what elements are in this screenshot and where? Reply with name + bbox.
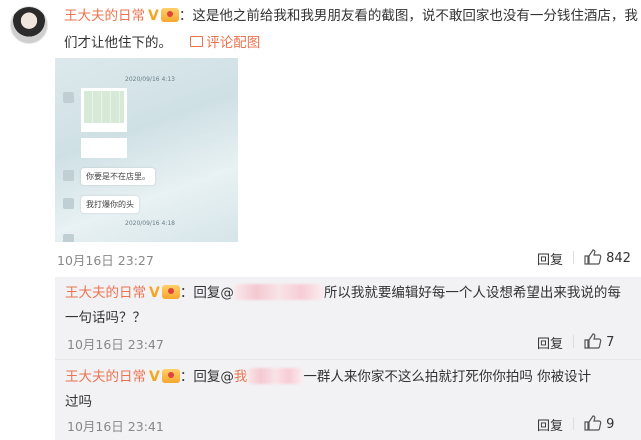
- doc-card: [81, 138, 127, 158]
- like-button[interactable]: 9: [584, 415, 614, 432]
- member-badge-icon: [161, 285, 180, 299]
- chat-timestamp: 2020/09/16 4:18: [125, 220, 175, 227]
- redacted-mention: [233, 284, 324, 300]
- replies-panel: 王大夫的日常 V ：回复@ 所以我就要编辑好每一个人设想希望出来我说的每 一句话吗？？…: [55, 277, 641, 440]
- reply-text-line1: 一群人来你家不这么拍就打死你你拍吗 你被设计: [303, 369, 592, 385]
- reply-separator: [55, 359, 641, 360]
- reply-body: 王大夫的日常 V ：回复@ 所以我就要编辑好每一个人设想希望出来我说的每: [65, 281, 621, 305]
- username-link[interactable]: 王大夫的日常: [65, 369, 146, 385]
- like-button[interactable]: 7: [584, 333, 614, 350]
- image-icon: [190, 36, 204, 47]
- chat-bubble: 你要是不在店里。: [81, 168, 155, 185]
- comment-image[interactable]: 2020/09/16 4:13 你要是不在店里。 我打爆你的头 2020/09/…: [55, 58, 238, 242]
- reply-text-line2: 一句话吗？？: [65, 310, 146, 326]
- comment-body: 王大夫的日常 V ：这是他之前给我和我男朋友看的截图，说不敢回家也没有一分钱住酒店，…: [64, 4, 639, 28]
- chat-avatar: [63, 92, 74, 103]
- reply-text-line2: 过吗: [65, 394, 92, 410]
- verified-v-icon: V: [149, 285, 160, 301]
- member-badge-icon: [161, 369, 180, 383]
- comment-text-line2: 们才让他住下的。: [64, 35, 172, 51]
- reply-time: 10月16日 23:41: [67, 419, 164, 434]
- reply-button[interactable]: 回复: [537, 333, 563, 352]
- mention-link[interactable]: 我: [234, 369, 248, 385]
- view-image-link[interactable]: 评论配图: [190, 35, 260, 51]
- thumbs-up-icon: [584, 249, 602, 265]
- chat-avatar: [63, 234, 74, 242]
- divider: [573, 417, 574, 430]
- chat-avatar: [63, 170, 74, 181]
- member-badge-icon: [160, 8, 179, 22]
- comment-text-line2-row: 们才让他住下的。 评论配图: [64, 31, 260, 55]
- comment-time: 10月16日 23:27: [57, 253, 154, 268]
- reply-body: 王大夫的日常 V ：回复@我 一群人来你家不这么拍就打死你你拍吗 你被设计: [65, 365, 591, 389]
- thumbs-up-icon: [584, 415, 602, 431]
- like-count: 842: [606, 251, 631, 266]
- reply-text-line1: 所以我就要编辑好每一个人设想希望出来我说的每: [323, 285, 621, 301]
- chat-avatar: [63, 198, 74, 209]
- like-count: 9: [606, 417, 615, 432]
- chat-timestamp: 2020/09/16 4:13: [125, 76, 175, 83]
- username-link[interactable]: 王大夫的日常: [65, 285, 146, 301]
- divider: [573, 251, 574, 264]
- username-link[interactable]: 王大夫的日常: [64, 8, 145, 24]
- reply-button[interactable]: 回复: [537, 249, 563, 268]
- reply-time: 10月16日 23:47: [67, 337, 164, 352]
- verified-v-icon: V: [148, 8, 159, 24]
- chat-bubble: 我打爆你的头: [81, 196, 139, 213]
- redacted-mention: [247, 368, 304, 384]
- divider: [573, 335, 574, 348]
- reply-button[interactable]: 回复: [537, 415, 563, 434]
- verified-v-icon: V: [149, 369, 160, 385]
- thumbs-up-icon: [584, 333, 602, 349]
- like-count: 7: [606, 335, 615, 350]
- map-card: [81, 88, 127, 132]
- like-button[interactable]: 842: [584, 249, 631, 266]
- comment-text-line1: ：这是他之前给我和我男朋友看的截图，说不敢回家也没有一分钱住酒店，我: [178, 8, 638, 24]
- avatar[interactable]: [10, 6, 48, 44]
